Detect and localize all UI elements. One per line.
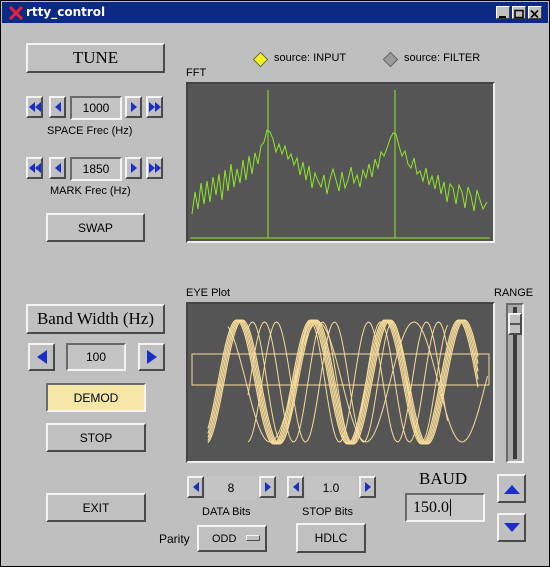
bandwidth-up-button[interactable] <box>138 343 165 371</box>
baud-up-button[interactable] <box>497 474 526 503</box>
text-cursor <box>450 499 451 516</box>
exit-button[interactable]: EXIT <box>46 493 146 522</box>
fft-title: FFT <box>186 67 207 79</box>
source-input-label: source: INPUT <box>274 52 347 64</box>
data-bits-label: DATA Bits <box>202 506 251 518</box>
x-app-icon <box>8 6 24 20</box>
mark-up-button[interactable] <box>125 157 142 179</box>
space-down-button[interactable] <box>49 96 66 118</box>
space-frequency-label: SPACE Frec (Hz) <box>47 125 133 137</box>
mark-frequency-value: 1850 <box>70 157 122 181</box>
parity-dropdown[interactable]: ODD <box>197 525 267 552</box>
range-slider-thumb[interactable] <box>508 313 522 335</box>
right-arrow-icon <box>364 482 371 492</box>
left-arrow-icon <box>192 482 199 492</box>
mark-fast-down-button[interactable] <box>26 157 43 179</box>
double-right-arrow-icon <box>149 102 161 112</box>
range-slider[interactable] <box>506 303 524 463</box>
maximize-icon <box>514 9 524 19</box>
double-right-arrow-icon <box>149 163 161 173</box>
down-arrow-icon <box>503 522 520 532</box>
left-arrow-icon <box>292 482 299 492</box>
right-arrow-icon <box>130 163 137 173</box>
stop-bits-up-button[interactable] <box>359 476 376 498</box>
bandwidth-down-button[interactable] <box>28 343 55 371</box>
up-arrow-icon <box>503 484 520 494</box>
eye-pattern-trace <box>191 319 490 445</box>
stop-button[interactable]: STOP <box>46 423 146 452</box>
parity-value: ODD <box>212 532 237 545</box>
radio-unselected-icon <box>382 51 399 68</box>
baud-input-value: 150.0 <box>413 498 449 516</box>
stop-bits-down-button[interactable] <box>287 476 304 498</box>
baud-down-button[interactable] <box>497 513 526 542</box>
tune-button[interactable]: TUNE <box>26 43 165 73</box>
minimize-icon <box>499 16 506 18</box>
title-bar: rtty_control <box>2 2 548 23</box>
left-arrow-icon <box>54 102 61 112</box>
swap-button[interactable]: SWAP <box>46 213 145 242</box>
close-icon <box>530 9 539 19</box>
option-menu-indicator-icon <box>246 535 260 541</box>
mark-frequency-label: MARK Frec (Hz) <box>50 185 131 197</box>
bandwidth-value: 100 <box>66 343 126 371</box>
source-filter-label: source: FILTER <box>404 52 481 64</box>
data-bits-down-button[interactable] <box>187 476 204 498</box>
fft-plot <box>186 82 495 243</box>
source-input-radio[interactable]: source: INPUT <box>251 51 361 68</box>
fft-spectrum-trace <box>190 90 490 239</box>
space-fast-down-button[interactable] <box>26 96 43 118</box>
right-arrow-icon <box>130 102 137 112</box>
source-filter-radio[interactable]: source: FILTER <box>381 51 496 68</box>
data-bits-value: 8 <box>205 476 257 500</box>
space-fast-up-button[interactable] <box>146 96 163 118</box>
double-left-arrow-icon <box>29 163 41 173</box>
double-left-arrow-icon <box>29 102 41 112</box>
right-arrow-icon <box>146 350 157 364</box>
mark-fast-up-button[interactable] <box>146 157 163 179</box>
left-arrow-icon <box>36 350 47 364</box>
data-bits-up-button[interactable] <box>259 476 276 498</box>
baud-input[interactable]: 150.0 <box>405 493 485 522</box>
eye-plot <box>186 302 495 463</box>
hdlc-button[interactable]: HDLC <box>296 523 366 553</box>
parity-label: Parity <box>159 532 190 546</box>
right-arrow-icon <box>264 482 271 492</box>
mark-down-button[interactable] <box>49 157 66 179</box>
maximize-button[interactable] <box>512 6 526 19</box>
space-up-button[interactable] <box>125 96 142 118</box>
rtty-control-window: rtty_control TUNE 1000 SPACE Frec (Hz) 1… <box>0 0 550 567</box>
minimize-button[interactable] <box>496 6 510 19</box>
close-button[interactable] <box>528 6 542 19</box>
left-arrow-icon <box>54 163 61 173</box>
space-frequency-value: 1000 <box>70 96 122 120</box>
baud-label: BAUD <box>419 469 468 488</box>
stop-bits-value: 1.0 <box>305 476 357 500</box>
eye-plot-title: EYE Plot <box>186 287 231 299</box>
bandwidth-button[interactable]: Band Width (Hz) <box>26 304 165 334</box>
stop-bits-label: STOP Bits <box>302 506 353 518</box>
radio-selected-icon <box>252 51 269 68</box>
range-label: RANGE <box>494 287 534 299</box>
demod-button[interactable]: DEMOD <box>46 383 146 412</box>
window-title: rtty_control <box>26 5 106 19</box>
